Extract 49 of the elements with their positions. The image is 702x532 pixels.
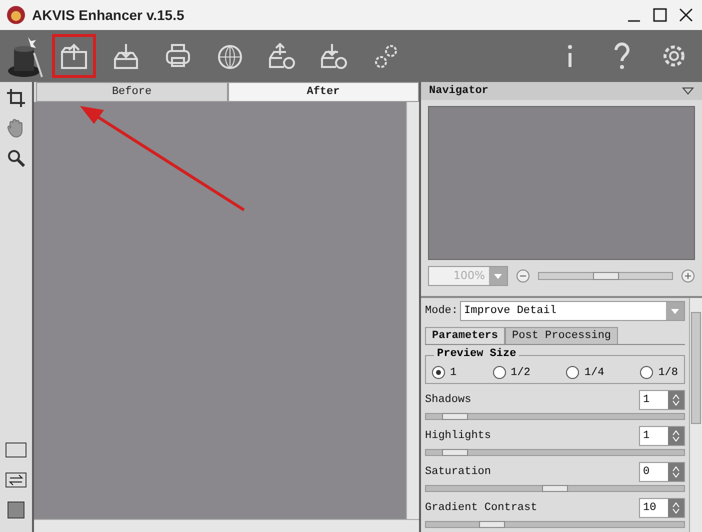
parameter-label: Saturation <box>425 466 492 478</box>
crop-icon <box>6 88 26 108</box>
toolbar-button[interactable] <box>52 34 96 78</box>
zoom-in-icon[interactable] <box>681 269 695 283</box>
view-tab[interactable]: After <box>228 82 419 102</box>
slider-thumb[interactable] <box>442 449 468 456</box>
caret-icon <box>671 308 679 314</box>
zoom-out-icon[interactable] <box>516 269 530 283</box>
settings-tab[interactable]: Post Processing <box>505 327 618 344</box>
tray-gear-icon <box>267 41 297 71</box>
value-spinner[interactable]: 10 <box>639 498 685 518</box>
tray-gear-icon <box>319 41 349 71</box>
parameter-slider[interactable] <box>425 521 685 528</box>
view-tab[interactable]: Before <box>36 82 228 102</box>
settings-tab[interactable]: Parameters <box>425 327 506 344</box>
horizontal-scrollbar[interactable] <box>34 519 419 532</box>
parameter-slider[interactable] <box>425 413 685 420</box>
parameter-label: Gradient Contrast <box>425 502 538 514</box>
tray-download-icon <box>111 41 141 71</box>
hand-icon <box>7 118 25 138</box>
minimize-icon <box>627 20 641 22</box>
parameter-label: Highlights <box>425 430 492 442</box>
zoom-slider[interactable] <box>538 272 673 280</box>
search-icon <box>7 149 25 167</box>
value-spinner[interactable]: 1 <box>639 390 685 410</box>
parameter-slider[interactable] <box>425 485 685 492</box>
navigator-title: Navigator <box>429 85 488 97</box>
mode-label: Mode: <box>425 305 458 317</box>
radio-option[interactable]: 1/4 <box>566 366 604 379</box>
window-title: AKVIS Enhancer v.15.5 <box>32 7 186 23</box>
radio-option[interactable]: 1/8 <box>640 366 678 379</box>
value-spinner[interactable]: 1 <box>639 426 685 446</box>
radio-option[interactable]: 1/2 <box>492 366 530 379</box>
slider-thumb[interactable] <box>542 485 568 492</box>
folder-upload-icon <box>59 42 89 70</box>
tool-button[interactable] <box>4 86 28 110</box>
vertical-scrollbar[interactable] <box>406 102 419 519</box>
slider-thumb[interactable] <box>479 521 506 528</box>
mode-dropdown[interactable]: Improve Detail <box>460 301 685 321</box>
value-spinner[interactable]: 0 <box>639 462 685 482</box>
parameter-slider[interactable] <box>425 449 685 456</box>
collapse-icon[interactable] <box>682 87 694 95</box>
caret-icon <box>494 274 502 278</box>
app-logo-icon <box>6 5 26 25</box>
help-icon <box>612 42 632 70</box>
slider-thumb[interactable] <box>592 272 618 280</box>
parameter-label: Shadows <box>425 394 472 406</box>
panel-scrollbar[interactable] <box>689 298 702 532</box>
slider-thumb[interactable] <box>442 413 468 420</box>
